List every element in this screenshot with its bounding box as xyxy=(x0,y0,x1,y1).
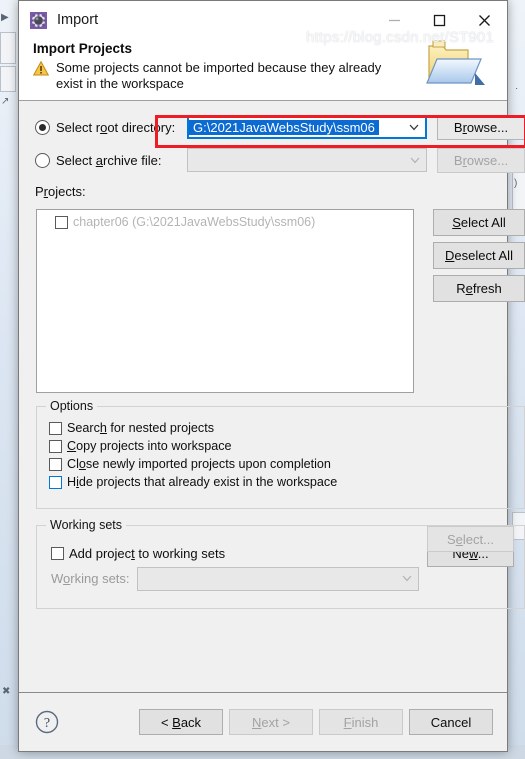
browse-archive-button: Browse... xyxy=(437,147,525,173)
options-group-title: Options xyxy=(46,399,98,413)
working-sets-combo xyxy=(137,566,419,591)
root-directory-row: Select root directory: G:\2021JavaWebsSt… xyxy=(35,114,525,140)
back-button[interactable]: < Back xyxy=(139,709,223,735)
projects-label: Projects: xyxy=(35,184,86,199)
option-hide-existing[interactable]: Hide projects that already exist in the … xyxy=(49,475,524,489)
option-close-imported-label: Close newly imported projects upon compl… xyxy=(67,457,331,471)
option-search-nested-checkbox[interactable] xyxy=(49,421,62,435)
window-title: Import xyxy=(57,12,99,28)
maximize-icon[interactable] xyxy=(417,1,462,39)
finish-button: Finish xyxy=(319,709,403,735)
working-sets-select-row: Working sets: Select... xyxy=(51,526,524,591)
add-to-working-sets-label: Add project to working sets xyxy=(69,546,226,561)
help-question-icon[interactable]: ? xyxy=(35,710,59,734)
radio-select-root-directory[interactable] xyxy=(35,119,50,135)
chevron-down-icon-archive xyxy=(404,149,426,171)
dialog-body: Select root directory: G:\2021JavaWebsSt… xyxy=(19,101,525,692)
warning-icon xyxy=(33,61,49,76)
deselect-all-button[interactable]: Deselect All xyxy=(433,242,525,269)
option-close-imported[interactable]: Close newly imported projects upon compl… xyxy=(49,457,524,471)
option-close-imported-checkbox[interactable] xyxy=(49,457,62,471)
option-hide-existing-checkbox[interactable] xyxy=(49,475,62,489)
refresh-button[interactable]: Refresh xyxy=(433,275,525,302)
options-group: Options Search for nested projects Copy … xyxy=(36,399,525,509)
option-copy-projects-label: Copy projects into workspace xyxy=(67,439,232,453)
chevron-down-icon-working-sets xyxy=(396,568,418,590)
add-to-working-sets-checkbox[interactable] xyxy=(51,547,64,560)
dialog-footer: ? < Back Next > Finish Cancel xyxy=(19,692,507,751)
cancel-label: Cancel xyxy=(430,714,472,730)
status-message: Some projects cannot be imported because… xyxy=(56,60,382,91)
browse-directory-button[interactable]: Browse... xyxy=(437,114,525,140)
root-directory-value: G:\2021JavaWebsStudy\ssm06 xyxy=(189,119,379,135)
deselect-all-label: Deselect All xyxy=(445,248,513,263)
select-all-label: Select All xyxy=(452,215,506,230)
next-label: Next > xyxy=(252,714,290,730)
svg-text:?: ? xyxy=(44,716,50,731)
working-sets-group: Working sets Add project to working sets… xyxy=(36,518,525,609)
project-checkbox[interactable] xyxy=(55,215,68,229)
archive-file-row: Select archive file: Browse... xyxy=(35,147,525,173)
open-folder-icon xyxy=(426,40,485,85)
list-item[interactable]: chapter06 (G:\2021JavaWebsStudy\ssm06) xyxy=(37,210,413,229)
option-search-nested-label: Search for nested projects xyxy=(67,421,215,435)
select-working-set-button: Select... xyxy=(427,526,514,552)
working-sets-label: Working sets: xyxy=(51,571,130,586)
backdrop-glyph-right-2: ) xyxy=(514,178,518,189)
browse-archive-label: Browse... xyxy=(453,152,509,168)
archive-file-combo xyxy=(187,148,427,172)
backdrop-glyph-close: ✖ xyxy=(2,686,11,697)
working-sets-group-title: Working sets xyxy=(46,518,127,532)
backdrop-panel-left-2 xyxy=(0,66,16,92)
option-search-nested[interactable]: Search for nested projects xyxy=(49,421,524,435)
cancel-button[interactable]: Cancel xyxy=(409,709,493,735)
wizard-buttons: < Back Next > Finish Cancel xyxy=(139,709,493,735)
radio-select-archive-file[interactable] xyxy=(35,152,50,168)
backdrop-glyph-left: ▶ xyxy=(1,12,9,23)
refresh-label: Refresh xyxy=(456,281,502,296)
eclipse-gear-icon xyxy=(30,11,47,29)
backdrop-glyph-left-2: ↗ xyxy=(1,96,10,107)
option-copy-projects[interactable]: Copy projects into workspace xyxy=(49,439,524,453)
dialog-header: Import Projects Some projects cannot be … xyxy=(19,39,507,101)
back-label: < Back xyxy=(160,714,202,730)
option-copy-projects-checkbox[interactable] xyxy=(49,439,62,453)
project-label: chapter06 (G:\2021JavaWebsStudy\ssm06) xyxy=(73,215,316,229)
backdrop-glyph-right: ⋅ xyxy=(515,84,519,95)
projects-list[interactable]: chapter06 (G:\2021JavaWebsStudy\ssm06) xyxy=(36,209,414,393)
option-hide-existing-label: Hide projects that already exist in the … xyxy=(67,475,338,489)
window-controls xyxy=(372,1,507,39)
label-select-root-directory: Select root directory: xyxy=(56,119,176,135)
finish-label: Finish xyxy=(343,714,379,730)
close-icon[interactable] xyxy=(462,1,507,39)
root-directory-combo[interactable]: G:\2021JavaWebsStudy\ssm06 xyxy=(187,115,427,139)
minimize-icon[interactable] xyxy=(372,1,417,39)
backdrop-panel-left xyxy=(0,32,16,64)
next-button: Next > xyxy=(229,709,313,735)
label-select-archive-file: Select archive file: xyxy=(56,152,162,168)
select-working-set-label: Select... xyxy=(447,531,494,547)
title-bar[interactable]: Import xyxy=(19,1,507,39)
select-all-button[interactable]: Select All xyxy=(433,209,525,236)
browse-directory-label: Browse... xyxy=(453,119,509,135)
import-dialog: Import Import Projects Some projects can… xyxy=(18,0,525,752)
chevron-down-icon[interactable] xyxy=(403,117,425,137)
